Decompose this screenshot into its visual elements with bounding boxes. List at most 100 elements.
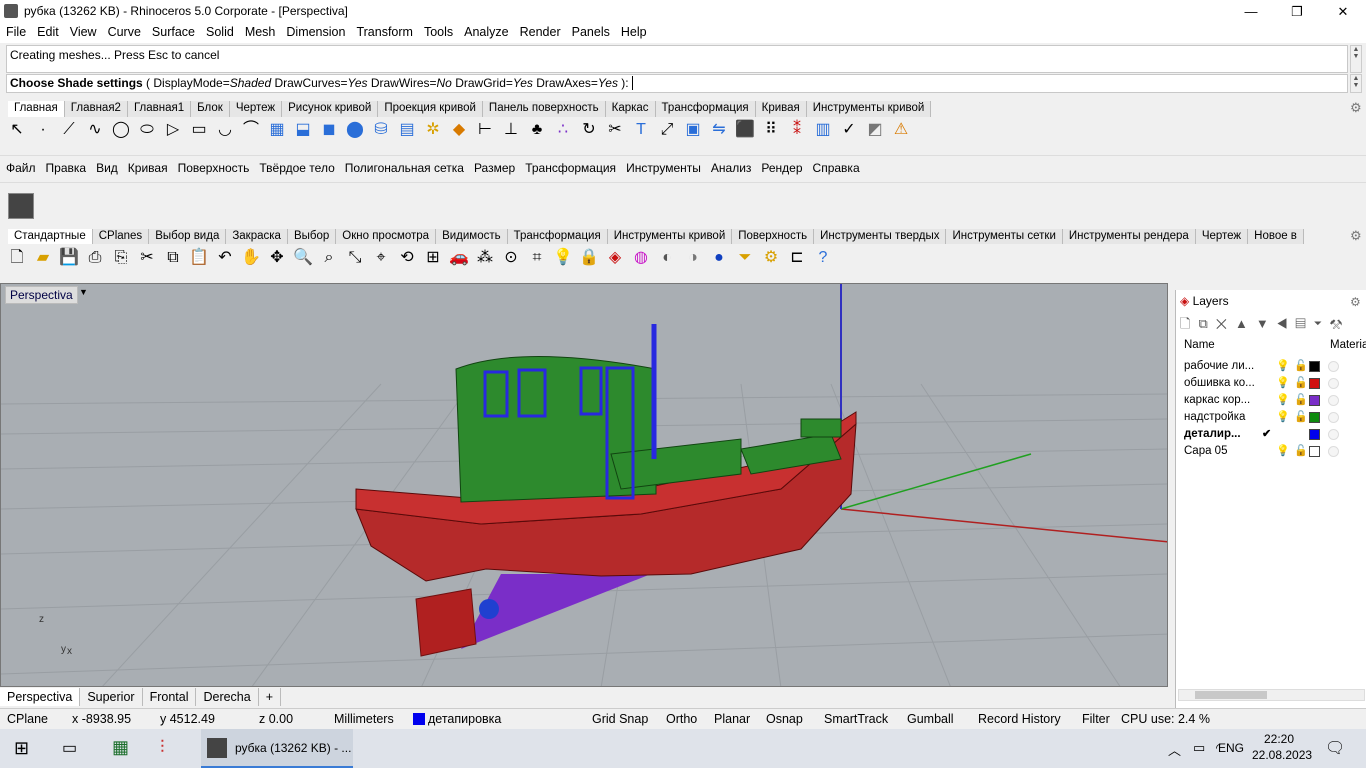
light-bulb-icon[interactable]: 💡 <box>1276 376 1290 389</box>
gear-icon[interactable]: ⚙ <box>1350 100 1362 116</box>
select-arrow-icon[interactable]: ↖ <box>6 119 28 141</box>
polygon-icon[interactable]: ▷ <box>162 119 184 141</box>
command-history-scrollbar[interactable]: ▲ ▼ <box>1350 45 1362 73</box>
grid-snap-icon[interactable]: ⁂ <box>474 247 496 269</box>
delete-layer-icon[interactable]: ✕ <box>1216 316 1235 331</box>
undo-view-icon[interactable]: ⟲ <box>396 247 418 269</box>
undo-icon[interactable]: ↶ <box>214 247 236 269</box>
tab-zakraska[interactable]: Закраска <box>226 229 288 244</box>
notification-icon[interactable]: 🗨 <box>1325 738 1345 758</box>
shade-sphere-icon[interactable]: ◐ <box>656 247 678 269</box>
properties-icon[interactable]: ⁑ <box>786 119 808 141</box>
pan-hand-icon[interactable]: ✋ <box>240 247 262 269</box>
tab-krivaya[interactable]: Кривая <box>755 101 807 117</box>
tb-solid[interactable]: Твёрдое тело <box>253 156 338 175</box>
toggle-gumball[interactable]: Gumball <box>907 712 954 726</box>
command-line[interactable]: Choose Shade settings ( DisplayMode=Shad… <box>6 74 1348 93</box>
material-swatch[interactable] <box>1328 429 1339 440</box>
toggle-smarttrack[interactable]: SmartTrack <box>824 712 888 726</box>
circle-icon[interactable]: ◯ <box>110 119 132 141</box>
layer-states-icon[interactable]: ▤ <box>1295 316 1314 331</box>
material-swatch[interactable] <box>1328 395 1339 406</box>
menu-render[interactable]: Render <box>514 23 566 39</box>
layer-color-swatch[interactable] <box>1309 361 1320 372</box>
unlock-icon[interactable]: 🔓 <box>1294 393 1308 406</box>
tab-okno-prosmotra[interactable]: Окно просмотра <box>336 229 437 244</box>
minimize-button[interactable]: — <box>1228 0 1274 23</box>
layer-row[interactable]: Capa 05 💡 🔓 <box>1176 443 1366 460</box>
layer-row[interactable]: надстройка 💡 🔓 <box>1176 409 1366 426</box>
column-material[interactable]: Material <box>1330 339 1366 351</box>
layers-icon[interactable]: ◈ <box>604 247 626 269</box>
gear-tools-icon[interactable]: ✲ <box>422 119 444 141</box>
rotate-view-icon[interactable]: ✥ <box>266 247 288 269</box>
tab-instrumenty-setki[interactable]: Инструменты сетки <box>946 229 1063 244</box>
dimension-icon[interactable]: ⊢ <box>474 119 496 141</box>
print-icon[interactable]: ⎙ <box>84 247 106 269</box>
analyze-icon[interactable]: ⚠ <box>890 119 912 141</box>
tools-icon[interactable]: ⚒ <box>1330 316 1351 331</box>
menu-analyze[interactable]: Analyze <box>458 23 513 39</box>
tab-proektsiya-krivoy[interactable]: Проекция кривой <box>378 101 483 117</box>
points-icon[interactable]: ∴ <box>552 119 574 141</box>
task-view-icon[interactable]: ▭ <box>62 738 77 758</box>
tab-transformatsiya[interactable]: Трансформация <box>655 101 756 117</box>
column-name[interactable]: Name <box>1184 339 1215 351</box>
save-icon[interactable]: 💾 <box>58 247 80 269</box>
material-swatch[interactable] <box>1328 446 1339 457</box>
status-units[interactable]: Millimeters <box>334 712 394 726</box>
light-bulb-icon[interactable]: 💡 <box>552 247 574 269</box>
scrollbar-thumb[interactable] <box>1195 691 1267 699</box>
clock-time[interactable]: 22:20 <box>1264 732 1294 746</box>
material-swatch[interactable] <box>1328 412 1339 423</box>
mesh-icon[interactable]: ▤ <box>396 119 418 141</box>
dimension-tool-icon[interactable]: ⊏ <box>786 247 808 269</box>
rendered-sphere-icon[interactable]: ◑ <box>682 247 704 269</box>
filter-icon[interactable]: ⏷ <box>1314 316 1330 331</box>
zoom-extents-icon[interactable]: ⤡ <box>344 247 366 269</box>
option-drawcurves[interactable]: Yes <box>347 76 367 90</box>
tab-derecha[interactable]: Derecha <box>196 688 259 706</box>
network-icon[interactable]: ▭ <box>1193 740 1205 756</box>
move-parent-icon[interactable]: ◀ <box>1277 316 1295 331</box>
viewport-title[interactable]: Perspectiva <box>5 286 78 304</box>
extrude-icon[interactable]: ⬓ <box>292 119 314 141</box>
light-bulb-icon[interactable]: 💡 <box>1276 359 1290 372</box>
status-layer[interactable]: детапировка <box>428 712 501 726</box>
language-indicator[interactable]: ENG <box>1218 741 1244 755</box>
render-sphere-icon[interactable]: ● <box>708 247 730 269</box>
layer-row[interactable]: обшивка ко... 💡 🔓 <box>1176 375 1366 392</box>
book-icon[interactable]: ▥ <box>812 119 834 141</box>
tab-vybor-vida[interactable]: Выбор вида <box>149 229 227 244</box>
layer-color-swatch[interactable] <box>1309 446 1320 457</box>
add-viewport-tab-button[interactable]: + <box>259 688 282 706</box>
zoom-selected-icon[interactable]: ⌖ <box>370 247 392 269</box>
new-file-icon[interactable]: 🗋 <box>6 247 28 269</box>
tab-chertezh2[interactable]: Чертеж <box>1195 229 1249 244</box>
surface-icon[interactable]: ▦ <box>266 119 288 141</box>
tb-analyze[interactable]: Анализ <box>705 156 756 175</box>
tb-file[interactable]: Файл <box>0 156 40 175</box>
mirror-icon[interactable]: ⇋ <box>708 119 730 141</box>
rectangle-icon[interactable]: ▭ <box>188 119 210 141</box>
tab-vybor[interactable]: Выбор <box>287 229 337 244</box>
light-bulb-icon[interactable]: 💡 <box>1276 444 1290 457</box>
rotate-icon[interactable]: ↻ <box>578 119 600 141</box>
tab-glavnaya[interactable]: Главная <box>8 101 65 117</box>
layers-tab[interactable]: ◈ Layers <box>1180 294 1229 308</box>
tab-frontal[interactable]: Frontal <box>143 688 197 706</box>
menu-curve[interactable]: Curve <box>102 23 146 39</box>
tb-surface[interactable]: Поверхность <box>172 156 254 175</box>
tab-karkas[interactable]: Каркас <box>605 101 656 117</box>
tab-instrumenty-rendera[interactable]: Инструменты рендера <box>1062 229 1196 244</box>
tb-tools[interactable]: Инструменты <box>620 156 705 175</box>
four-views-icon[interactable]: ⊞ <box>422 247 444 269</box>
unlock-icon[interactable]: 🔓 <box>1294 410 1308 423</box>
taskbar-rhino-button[interactable]: рубка (13262 KB) - ... <box>201 729 353 768</box>
layer-color-swatch[interactable] <box>1309 412 1320 423</box>
tb-dimension[interactable]: Размер <box>468 156 519 175</box>
help-icon[interactable]: ? <box>812 247 834 269</box>
tab-poverkhnost[interactable]: Поверхность <box>732 229 815 244</box>
copy-icon[interactable]: ⧉ <box>162 247 184 269</box>
tb-help[interactable]: Справка <box>807 156 864 175</box>
